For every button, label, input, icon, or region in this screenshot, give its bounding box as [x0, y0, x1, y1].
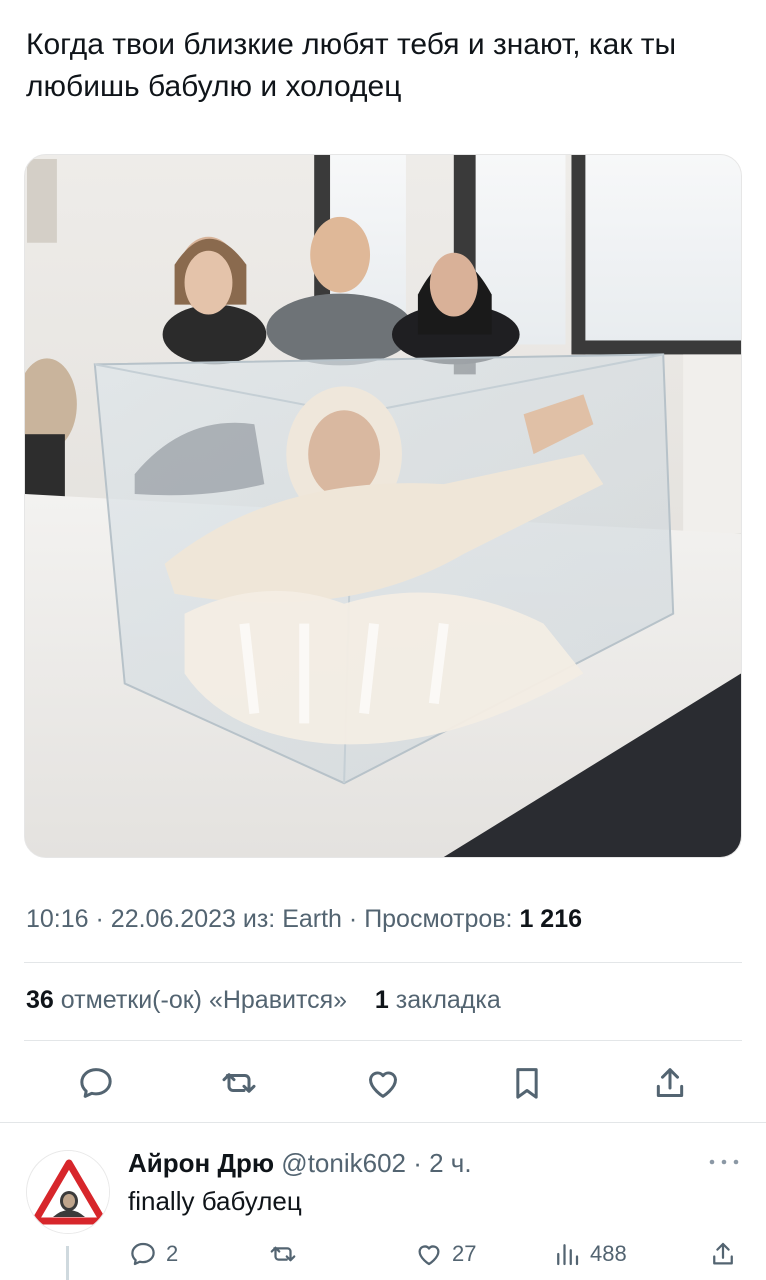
views-chart-icon — [557, 1244, 579, 1266]
tweet-stats: 36 отметки(-ок) «Нравится» 1 закладка — [26, 986, 501, 1015]
reply-count: 2 — [166, 1241, 179, 1266]
photo-illustration — [25, 155, 741, 857]
reply-icon — [131, 1242, 155, 1266]
reply-header: Айрон Дрю @tonik602 · 2 ч. — [128, 1148, 472, 1179]
reply-views-button[interactable]: 488 — [552, 1234, 627, 1274]
tweet-actions — [24, 1058, 742, 1108]
retweet-icon — [222, 1073, 256, 1093]
tweet-photo[interactable] — [24, 154, 742, 858]
reply-icon — [80, 1068, 112, 1098]
bookmark-button[interactable] — [497, 1058, 557, 1108]
retweet-button[interactable] — [209, 1058, 269, 1108]
likes-label: отметки(-ок) «Нравится» — [60, 986, 348, 1014]
tweet-source: из: Earth — [242, 905, 342, 933]
divider — [24, 962, 742, 963]
reply-share-button[interactable] — [708, 1234, 738, 1274]
tweet-date[interactable]: 22.06.2023 — [111, 905, 236, 933]
likes-count: 36 — [26, 986, 54, 1014]
reply-author-name[interactable]: Айрон Дрю — [128, 1148, 274, 1178]
heart-icon — [418, 1245, 440, 1266]
bookmarks-count: 1 — [374, 986, 389, 1014]
thread-separator — [0, 1122, 766, 1123]
reply-like-button[interactable]: 27 — [414, 1234, 476, 1274]
reply-retweet-button[interactable] — [268, 1234, 306, 1274]
tweet-text: Когда твои близкие любят тебя и знают, к… — [26, 28, 677, 103]
thread-line — [66, 1246, 69, 1280]
reply-actions: 2 27 488 — [128, 1234, 742, 1274]
likes-stat[interactable]: 36 отметки(-ок) «Нравится» — [26, 986, 347, 1014]
share-icon — [713, 1242, 733, 1265]
warning-sign-avatar-icon — [27, 1151, 109, 1233]
avatar[interactable] — [26, 1150, 110, 1234]
reply-time: · 2 ч. — [413, 1148, 472, 1178]
meta-sep: · — [348, 905, 365, 933]
reply-reply-button[interactable]: 2 — [128, 1234, 178, 1274]
more-icon[interactable] — [706, 1152, 742, 1172]
views-label: Просмотров: — [364, 905, 513, 933]
bookmarks-label: закладка — [395, 986, 501, 1014]
reply-text: finally бабулец — [128, 1186, 302, 1216]
share-button[interactable] — [640, 1058, 700, 1108]
views-count: 488 — [590, 1241, 627, 1266]
bookmark-icon — [515, 1068, 538, 1099]
meta-sep: · — [95, 905, 111, 933]
share-icon — [657, 1068, 684, 1097]
reply-button[interactable] — [66, 1058, 126, 1108]
like-button[interactable] — [353, 1058, 413, 1108]
like-count: 27 — [452, 1241, 477, 1266]
retweet-icon — [270, 1246, 296, 1262]
reply-author-handle[interactable]: @tonik602 — [281, 1148, 406, 1178]
divider — [24, 1040, 742, 1041]
views-count: 1 216 — [519, 905, 583, 933]
bookmarks-stat[interactable]: 1 закладка — [375, 986, 501, 1014]
tweet-meta: 10:16 · 22.06.2023 из: Earth · Просмотро… — [26, 905, 582, 934]
heart-icon — [368, 1071, 397, 1098]
tweet-time: 10:16 — [26, 905, 89, 933]
